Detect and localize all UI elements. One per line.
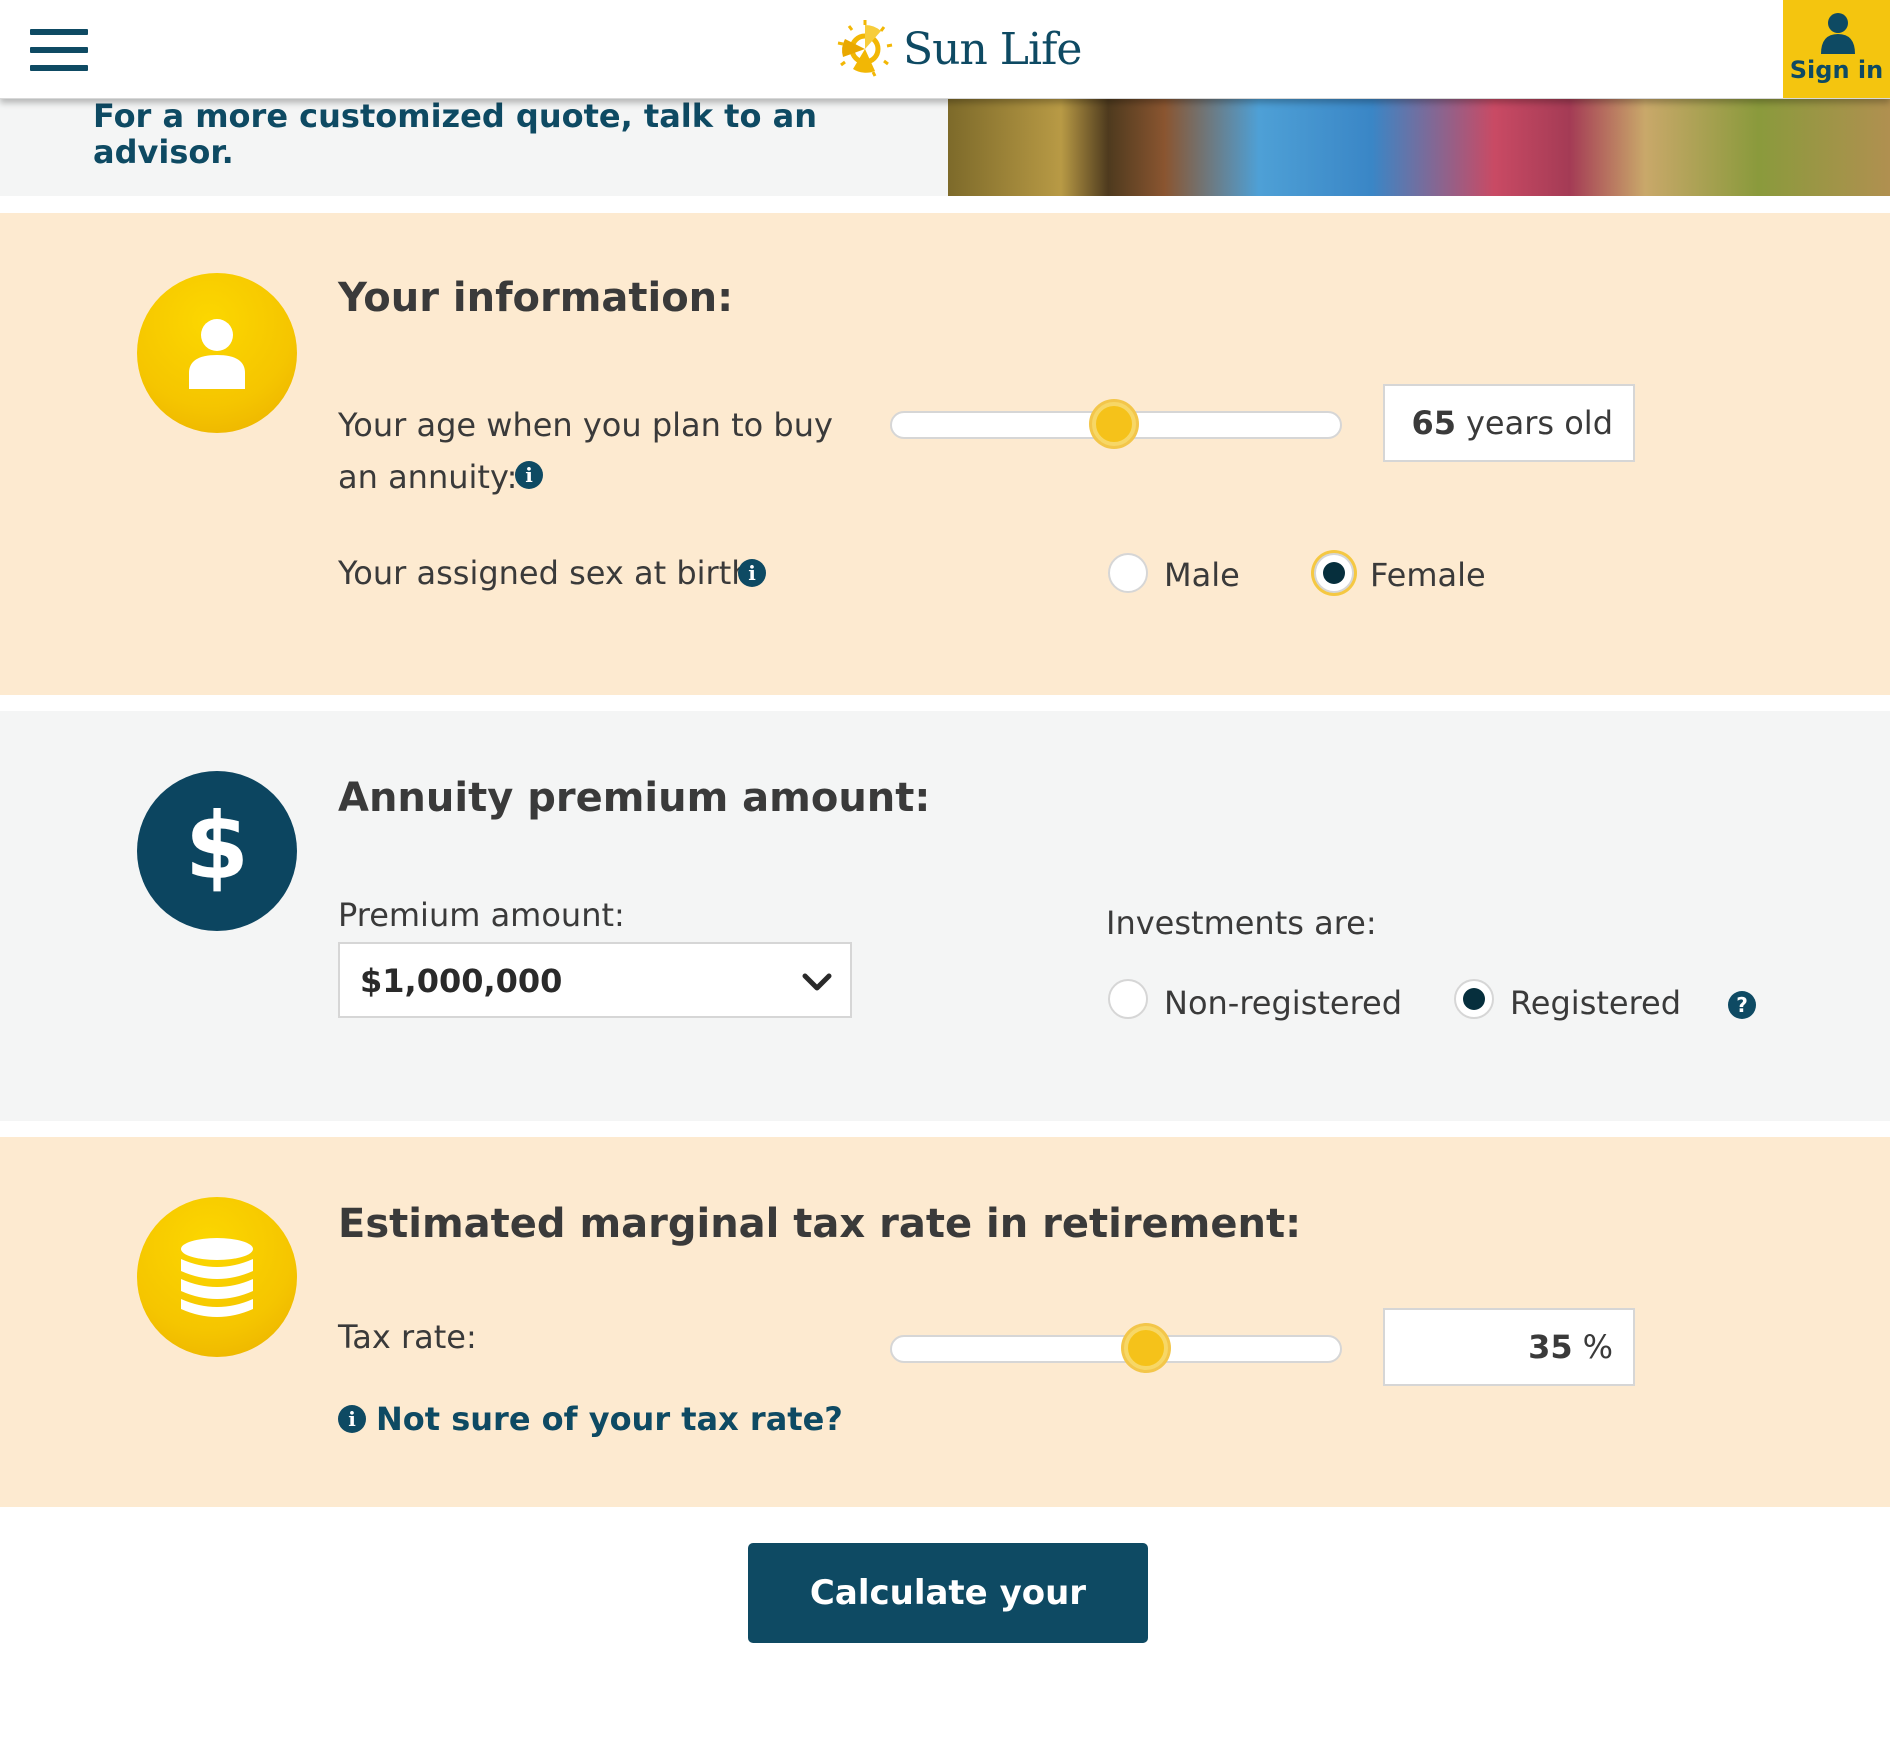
tax-rate-slider-thumb[interactable] [1124, 1326, 1169, 1370]
premium-label: Premium amount: [338, 896, 625, 934]
age-slider-thumb[interactable] [1092, 402, 1136, 446]
tax-rate-label: Tax rate: [338, 1318, 477, 1356]
radio-male-label[interactable]: Male [1164, 556, 1240, 594]
radio-registered[interactable] [1454, 979, 1494, 1019]
your-information-section: Your information: Your age when you plan… [0, 213, 1890, 695]
radio-non-registered[interactable] [1108, 979, 1148, 1019]
tax-rate-section: Estimated marginal tax rate in retiremen… [0, 1137, 1890, 1507]
banner-text: For a more customized quote, talk to an … [93, 97, 817, 171]
hamburger-menu-icon[interactable] [30, 29, 88, 71]
age-value: 65 [1411, 404, 1456, 442]
radio-female-label[interactable]: Female [1370, 556, 1486, 594]
sign-in-label: Sign in [1789, 56, 1884, 84]
brand-name: Sun Life [903, 23, 1082, 75]
sun-logo-icon [837, 20, 893, 77]
sign-in-button[interactable]: Sign in [1783, 0, 1890, 98]
premium-amount-value: $1,000,000 [360, 962, 563, 1000]
hero-photo [948, 98, 1890, 196]
premium-amount-select[interactable]: $1,000,000 [338, 942, 852, 1018]
info-icon[interactable]: i [515, 461, 543, 489]
annuity-premium-section: $ Annuity premium amount: Premium amount… [0, 711, 1890, 1121]
tax-rate-slider[interactable] [890, 1335, 1342, 1363]
user-icon [1821, 13, 1855, 54]
dollar-icon: $ [137, 771, 297, 931]
tax-rate-value: 35 [1528, 1328, 1573, 1366]
question-icon[interactable]: ? [1728, 991, 1756, 1019]
top-header: Sun Life Sign in [0, 0, 1890, 99]
investments-label: Investments are: [1106, 904, 1377, 942]
age-label-line1: Your age when you plan to buy [338, 406, 833, 444]
person-icon [137, 273, 297, 433]
section-heading: Annuity premium amount: [338, 775, 931, 821]
coins-stack-icon [137, 1197, 297, 1357]
tax-rate-help-link[interactable]: i Not sure of your tax rate? [338, 1400, 843, 1438]
radio-male[interactable] [1108, 553, 1148, 593]
sex-label: Your assigned sex at birth: [338, 554, 763, 592]
tax-rate-value-box[interactable]: 35 % [1383, 1308, 1635, 1386]
chevron-down-icon [802, 973, 832, 991]
calculate-results-button[interactable]: Calculate your results [748, 1543, 1148, 1713]
brand-logo[interactable]: Sun Life [835, 18, 1082, 80]
tax-rate-help-text: Not sure of your tax rate? [376, 1400, 843, 1438]
advisor-banner: For a more customized quote, talk to an … [0, 98, 948, 196]
radio-non-registered-label[interactable]: Non-registered [1164, 984, 1402, 1022]
tax-rate-unit: % [1582, 1328, 1613, 1366]
radio-female[interactable] [1314, 553, 1354, 593]
radio-registered-label[interactable]: Registered [1510, 984, 1681, 1022]
age-label-line2: an annuity: [338, 458, 518, 496]
info-icon: i [338, 1405, 366, 1433]
info-icon[interactable]: i [738, 559, 766, 587]
section-heading: Estimated marginal tax rate in retiremen… [338, 1201, 1302, 1247]
age-value-box[interactable]: 65 years old [1383, 384, 1635, 462]
age-unit: years old [1465, 404, 1613, 442]
section-heading: Your information: [338, 275, 734, 321]
